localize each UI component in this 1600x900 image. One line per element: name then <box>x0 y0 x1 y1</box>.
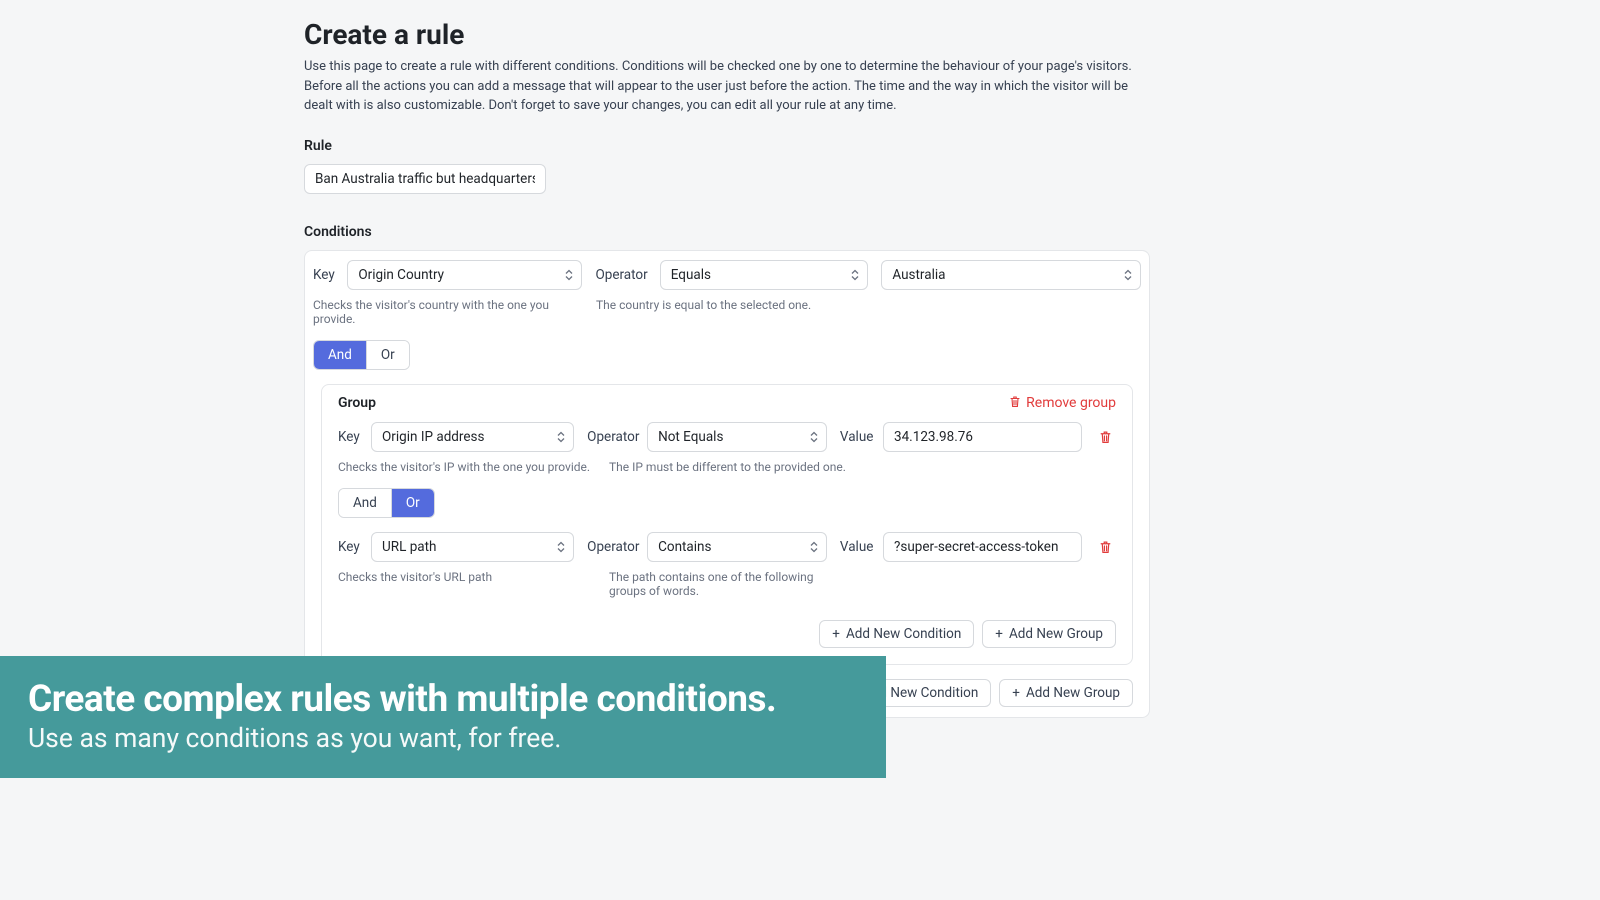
and-button[interactable]: And <box>314 341 366 369</box>
delete-condition-button[interactable] <box>1095 426 1116 448</box>
conditions-panel: Key Origin Country Operator Equals Austr… <box>304 250 1150 718</box>
remove-group-button[interactable]: Remove group <box>1009 395 1116 412</box>
key-select-value: Origin Country <box>358 267 444 283</box>
key-select-urlpath[interactable]: URL path <box>371 532 574 562</box>
key-select-country[interactable]: Origin Country <box>347 260 582 290</box>
add-condition-label: Add New Condition <box>846 626 961 642</box>
value-select-country[interactable]: Australia <box>881 260 1141 290</box>
key-select-value: URL path <box>382 539 436 555</box>
chevron-sort-icon <box>565 269 573 280</box>
chevron-sort-icon <box>851 269 859 280</box>
value-input-urlpath[interactable] <box>883 532 1082 562</box>
add-group-button[interactable]: + Add New Group <box>999 679 1133 707</box>
operator-select-equals[interactable]: Equals <box>660 260 869 290</box>
key-label: Key <box>338 539 358 555</box>
key-label: Key <box>313 267 334 283</box>
group-title: Group <box>338 395 376 411</box>
key-select-ip[interactable]: Origin IP address <box>371 422 574 452</box>
operator-label: Operator <box>587 539 634 555</box>
operator-hint: The path contains one of the following g… <box>609 570 839 598</box>
operator-label: Operator <box>587 429 634 445</box>
plus-icon: + <box>995 626 1003 642</box>
rule-name-input[interactable] <box>304 164 546 194</box>
and-or-toggle: And Or <box>338 488 435 518</box>
chevron-sort-icon <box>810 541 818 552</box>
key-hint: Checks the visitor's country with the on… <box>313 298 583 326</box>
promo-overlay: Create complex rules with multiple condi… <box>0 656 886 778</box>
add-group-label: Add New Group <box>1009 626 1103 642</box>
remove-group-label: Remove group <box>1026 395 1116 411</box>
operator-select-value: Contains <box>658 539 711 555</box>
operator-select-notequals[interactable]: Not Equals <box>647 422 827 452</box>
page-description: Use this page to create a rule with diff… <box>304 57 1150 116</box>
chevron-sort-icon <box>1124 269 1132 280</box>
operator-hint: The country is equal to the selected one… <box>596 298 836 326</box>
operator-label: Operator <box>595 267 646 283</box>
key-label: Key <box>338 429 358 445</box>
condition-group: Group Remove group Key Origin IP address <box>321 384 1133 665</box>
rule-section-label: Rule <box>304 138 1150 154</box>
and-button[interactable]: And <box>339 489 391 517</box>
operator-hint: The IP must be different to the provided… <box>609 460 849 474</box>
key-select-value: Origin IP address <box>382 429 484 445</box>
key-hint: Checks the visitor's IP with the one you… <box>338 460 596 474</box>
overlay-subtext: Use as many conditions as you want, for … <box>28 723 858 754</box>
value-input-ip[interactable] <box>883 422 1082 452</box>
chevron-sort-icon <box>557 541 565 552</box>
operator-select-value: Not Equals <box>658 429 723 445</box>
operator-select-value: Equals <box>671 267 711 283</box>
and-or-toggle: And Or <box>313 340 410 370</box>
chevron-sort-icon <box>810 431 818 442</box>
operator-select-contains[interactable]: Contains <box>647 532 827 562</box>
overlay-headline: Create complex rules with multiple condi… <box>28 678 858 721</box>
or-button[interactable]: Or <box>391 489 434 517</box>
plus-icon: + <box>1012 685 1020 701</box>
plus-icon: + <box>832 626 840 642</box>
trash-icon <box>1009 395 1021 412</box>
conditions-section-label: Conditions <box>304 224 1150 240</box>
add-condition-button[interactable]: + Add New Condition <box>819 620 974 648</box>
key-hint: Checks the visitor's URL path <box>338 570 596 598</box>
or-button[interactable]: Or <box>366 341 409 369</box>
delete-condition-button[interactable] <box>1095 536 1116 558</box>
page-title: Create a rule <box>304 18 1150 51</box>
value-select-country-value: Australia <box>892 267 945 283</box>
add-group-label: Add New Group <box>1026 685 1120 701</box>
chevron-sort-icon <box>557 431 565 442</box>
value-label: Value <box>840 429 870 445</box>
add-group-button[interactable]: + Add New Group <box>982 620 1116 648</box>
value-label: Value <box>840 539 870 555</box>
